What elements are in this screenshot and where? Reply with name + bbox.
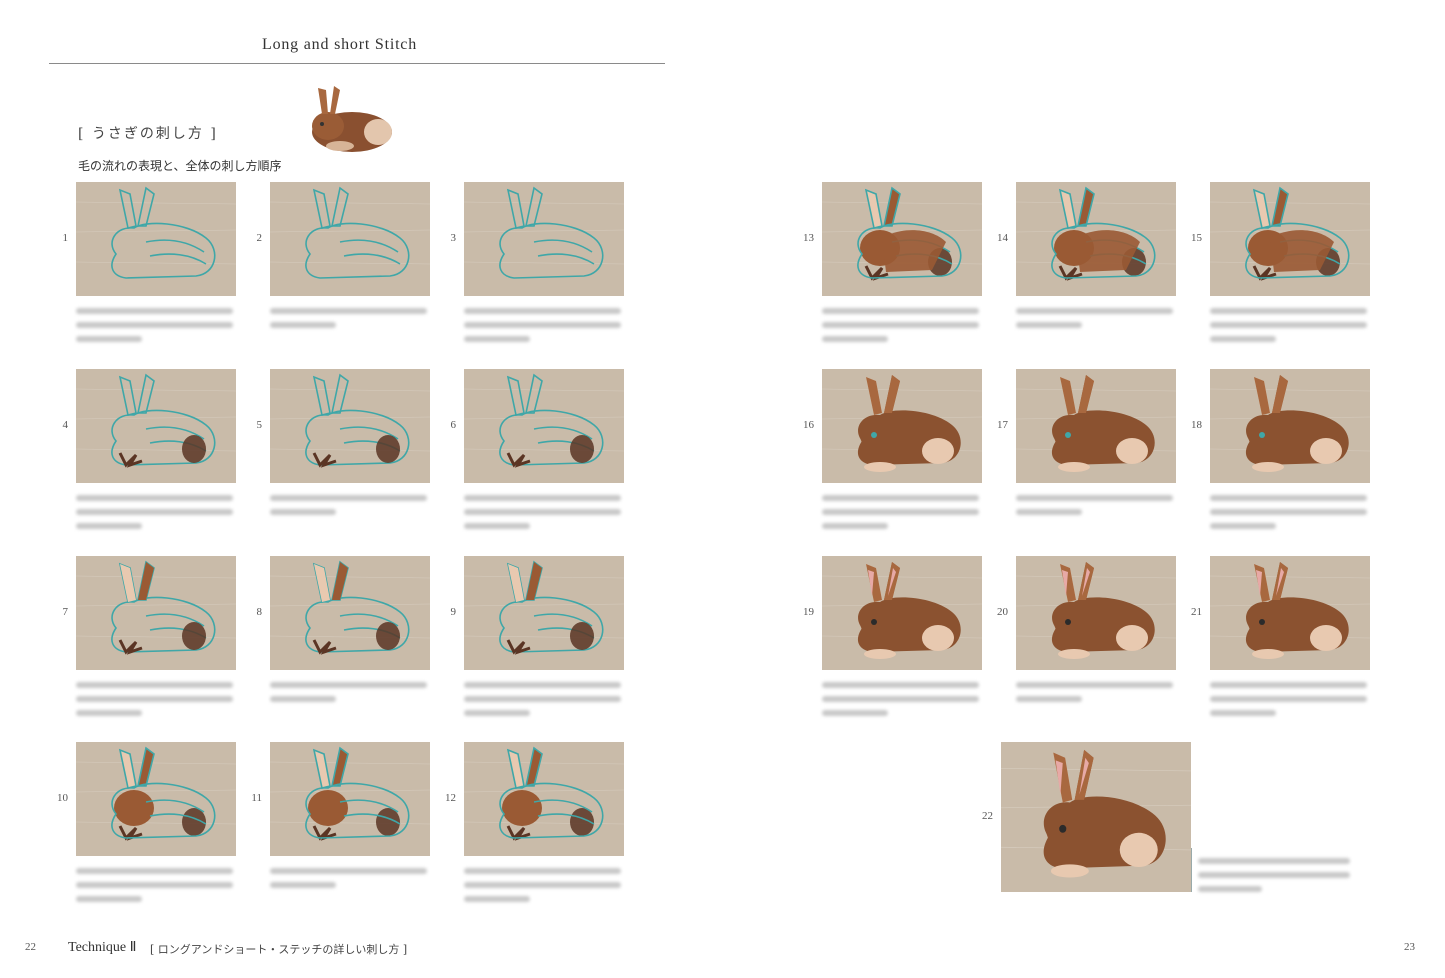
step-photo — [1001, 742, 1191, 892]
step-caption-blurred — [1016, 495, 1181, 523]
step-caption-blurred — [464, 682, 629, 724]
step-caption-blurred — [822, 495, 987, 537]
step-photo — [270, 556, 430, 670]
step-number: 1 — [62, 232, 69, 244]
step-photo — [822, 369, 982, 483]
step-photo — [270, 742, 430, 856]
step-caption-blurred — [822, 682, 987, 724]
step-number: 20 — [997, 606, 1008, 618]
step-number: 4 — [62, 419, 69, 431]
step-number: 10 — [57, 792, 68, 804]
step-photo — [464, 742, 624, 856]
step-caption-blurred — [270, 682, 435, 710]
step-photo — [822, 556, 982, 670]
step-number: 14 — [997, 232, 1008, 244]
step-photo — [1210, 369, 1370, 483]
step-caption-blurred — [822, 308, 987, 350]
step-photo — [1210, 556, 1370, 670]
header-rule — [49, 63, 665, 64]
section-title: [ うさぎの刺し方 ] — [78, 126, 218, 142]
step-caption-blurred — [270, 868, 435, 896]
step-number: 22 — [982, 810, 993, 822]
finished-rabbit-image — [300, 80, 400, 158]
step-photo — [76, 182, 236, 296]
step-caption-blurred — [76, 308, 241, 350]
step-photo — [76, 556, 236, 670]
step-photo — [464, 556, 624, 670]
step-photo — [464, 369, 624, 483]
step-caption-blurred — [270, 495, 435, 523]
step-photo — [76, 742, 236, 856]
step-photo — [1016, 369, 1176, 483]
step-caption-blurred — [76, 682, 241, 724]
step-caption-blurred — [1016, 308, 1181, 336]
step-number: 16 — [803, 419, 814, 431]
page-header-title: Long and short Stitch — [262, 36, 418, 53]
step-number: 15 — [1191, 232, 1202, 244]
caption-rule — [1191, 848, 1192, 892]
step-photo — [76, 369, 236, 483]
step-photo — [1016, 556, 1176, 670]
step-photo — [1016, 182, 1176, 296]
step-caption-blurred — [76, 495, 241, 537]
step-caption-blurred — [464, 308, 629, 350]
step-number: 8 — [256, 606, 263, 618]
step-number: 7 — [62, 606, 69, 618]
step-number: 5 — [256, 419, 263, 431]
step-caption-blurred — [76, 868, 241, 910]
step-caption-blurred — [464, 868, 629, 910]
step-number: 18 — [1191, 419, 1202, 431]
page-number-left: 22 — [25, 941, 36, 953]
step-caption-blurred — [464, 495, 629, 537]
section-subtitle: 毛の流れの表現と、全体の刺し方順序 — [78, 159, 282, 173]
step-number: 13 — [803, 232, 814, 244]
step-caption-blurred — [1210, 495, 1375, 537]
step-caption-blurred — [1198, 858, 1358, 900]
step-number: 2 — [256, 232, 263, 244]
step-number: 12 — [445, 792, 456, 804]
step-number: 17 — [997, 419, 1008, 431]
step-number: 6 — [450, 419, 457, 431]
step-caption-blurred — [1210, 682, 1375, 724]
step-photo — [270, 369, 430, 483]
footer-technique-subtitle: [ ロングアンドショート・ステッチの詳しい刺し方 ] — [150, 943, 408, 956]
step-photo — [464, 182, 624, 296]
step-photo — [1210, 182, 1370, 296]
step-photo — [822, 182, 982, 296]
step-number: 3 — [450, 232, 457, 244]
step-number: 19 — [803, 606, 814, 618]
step-number: 21 — [1191, 606, 1202, 618]
step-photo — [270, 182, 430, 296]
step-number: 11 — [251, 792, 262, 804]
step-caption-blurred — [270, 308, 435, 336]
step-number: 9 — [450, 606, 457, 618]
step-caption-blurred — [1016, 682, 1181, 710]
step-caption-blurred — [1210, 308, 1375, 350]
page-number-right: 23 — [1404, 941, 1415, 953]
footer-technique: Technique Ⅱ — [68, 940, 137, 955]
